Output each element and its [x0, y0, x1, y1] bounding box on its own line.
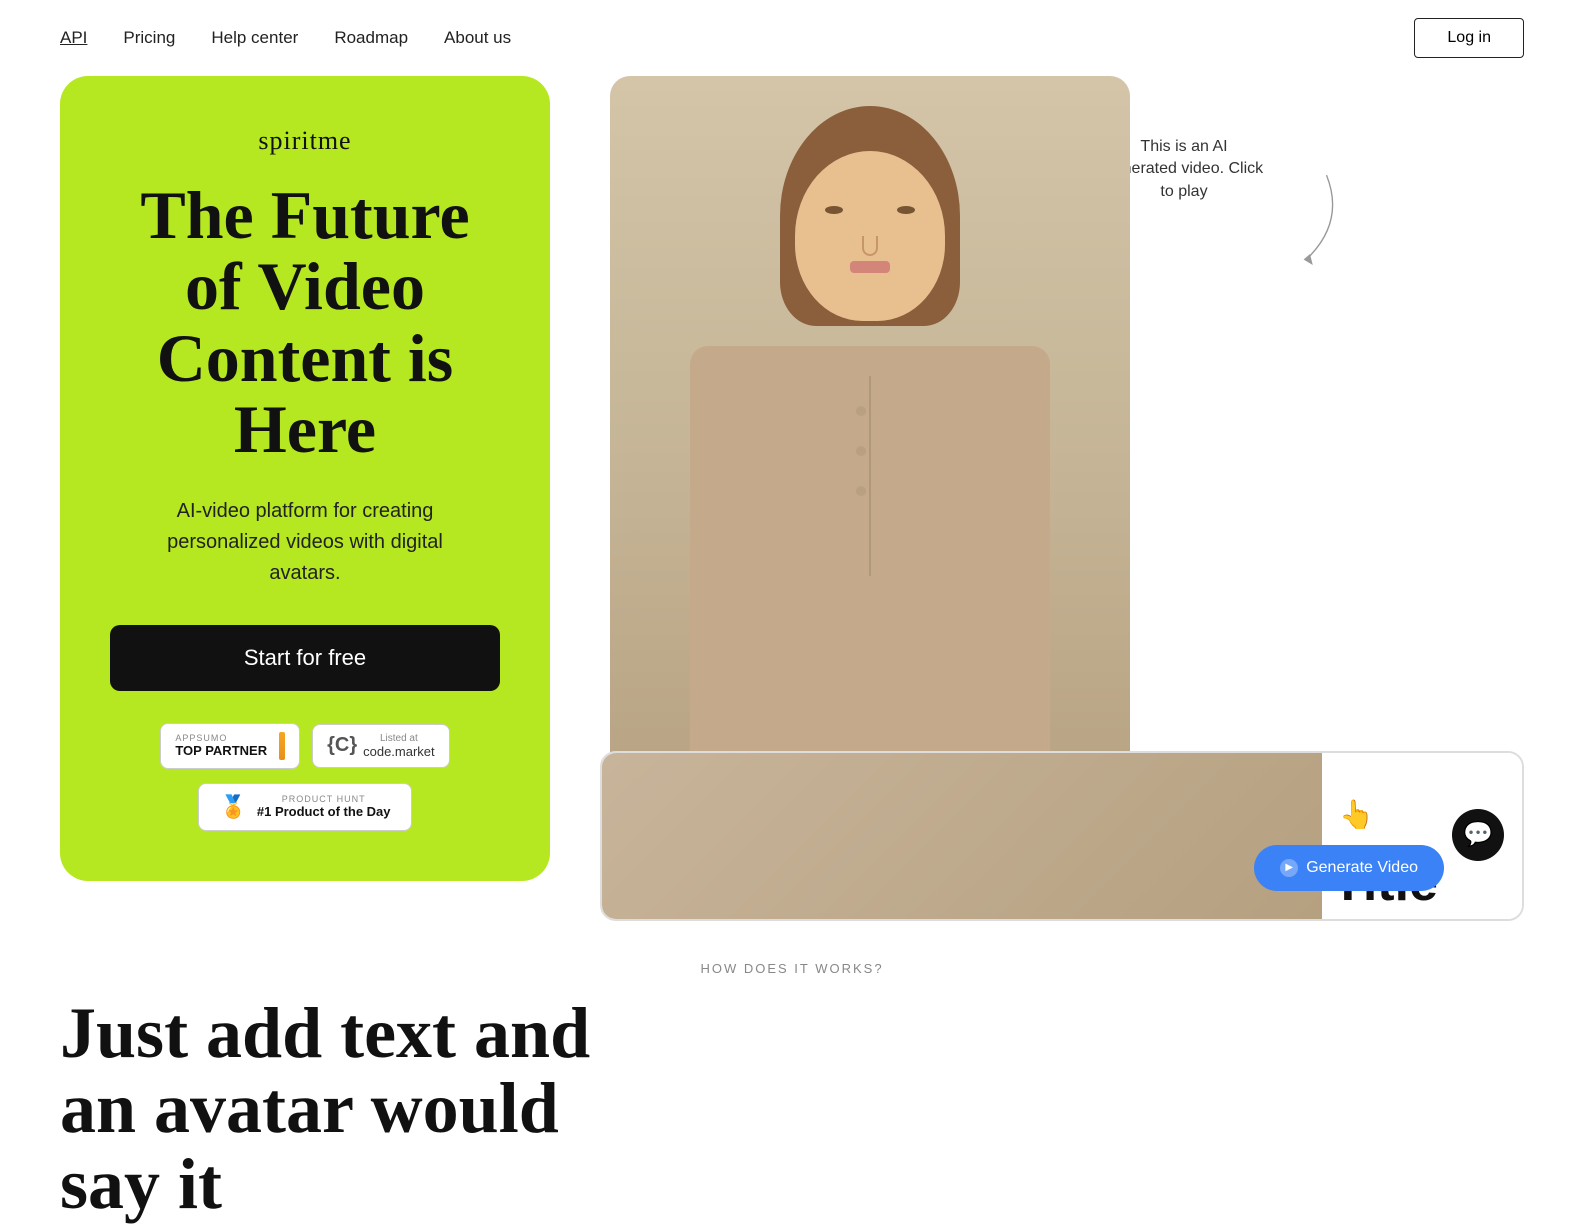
- chat-bubble-button[interactable]: 💬: [1452, 809, 1504, 861]
- nav-api[interactable]: API: [60, 28, 87, 48]
- code-market-listed: Listed at: [363, 733, 435, 744]
- how-label: HOW DOES IT WORKS?: [60, 961, 1524, 976]
- appsumo-badge: APPSUMO TOP PARTNER: [160, 723, 300, 769]
- main-content: spiritme The Future of Video Content is …: [0, 76, 1584, 881]
- video-preview-inner: Title: [602, 753, 1522, 919]
- how-title-line2: an avatar would: [60, 1068, 559, 1148]
- appsumo-bar-icon: [279, 732, 285, 760]
- code-market-name: code.market: [363, 744, 435, 759]
- brand-name: spiritme: [258, 126, 351, 156]
- lips: [850, 261, 890, 273]
- product-hunt-title: #1 Product of the Day: [257, 804, 391, 819]
- code-market-icon: {C}: [327, 734, 357, 757]
- avatar-area: This is an AI generated video. Click to …: [550, 76, 1524, 881]
- right-eye: [897, 206, 915, 214]
- how-title-line1: Just add text and: [60, 993, 590, 1073]
- button1: [856, 406, 866, 416]
- button2: [856, 446, 866, 456]
- button3: [856, 486, 866, 496]
- cursor-hand-icon: 👆: [1339, 798, 1374, 831]
- video-preview[interactable]: Title: [600, 751, 1524, 921]
- person-silhouette: [610, 76, 1130, 856]
- appsumo-badge-content: APPSUMO TOP PARTNER: [175, 733, 267, 758]
- appsumo-label: APPSUMO: [175, 733, 227, 743]
- person-face: [795, 151, 945, 321]
- nose: [862, 236, 878, 256]
- badges-row: APPSUMO TOP PARTNER {C} Listed at code.m…: [160, 723, 449, 769]
- hero-subtitle: AI-video platform for creating personali…: [145, 496, 465, 589]
- product-hunt-text: PRODUCT HUNT #1 Product of the Day: [257, 794, 391, 819]
- hero-card: spiritme The Future of Video Content is …: [60, 76, 550, 881]
- hero-title: The Future of Video Content is Here: [110, 180, 500, 466]
- nav-about-us[interactable]: About us: [444, 28, 511, 48]
- generate-video-button[interactable]: ▶ Generate Video: [1254, 845, 1444, 891]
- chat-icon: 💬: [1463, 820, 1493, 849]
- video-avatar-thumbnail: [602, 753, 1322, 919]
- nav-pricing[interactable]: Pricing: [123, 28, 175, 48]
- nav-help-center[interactable]: Help center: [211, 28, 298, 48]
- nav-links: API Pricing Help center Roadmap About us: [60, 28, 511, 48]
- code-market-text: Listed at code.market: [363, 733, 435, 759]
- how-title: Just add text and an avatar would say it: [60, 996, 640, 1223]
- nav-roadmap[interactable]: Roadmap: [334, 28, 408, 48]
- login-button[interactable]: Log in: [1414, 18, 1524, 58]
- appsumo-partner: TOP PARTNER: [175, 743, 267, 758]
- play-icon: ▶: [1280, 859, 1298, 877]
- how-section: HOW DOES IT WORKS? Just add text and an …: [0, 881, 1584, 1223]
- medal-icon: 🏅: [219, 794, 246, 820]
- left-eye: [825, 206, 843, 214]
- navigation: API Pricing Help center Roadmap About us…: [0, 0, 1584, 76]
- tooltip-arrow-icon: [1244, 166, 1354, 276]
- jacket-line: [869, 376, 871, 576]
- generate-video-label: Generate Video: [1306, 859, 1418, 877]
- start-free-button[interactable]: Start for free: [110, 625, 500, 691]
- product-hunt-label: PRODUCT HUNT: [257, 794, 391, 804]
- product-hunt-badge: 🏅 PRODUCT HUNT #1 Product of the Day: [198, 783, 411, 831]
- avatar-image[interactable]: [610, 76, 1130, 856]
- how-title-line3: say it: [60, 1144, 222, 1224]
- code-market-badge: {C} Listed at code.market: [312, 724, 450, 768]
